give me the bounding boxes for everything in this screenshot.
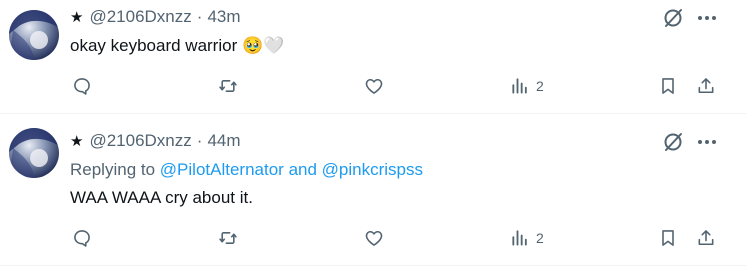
analytics-icon <box>512 78 527 94</box>
reply-icon <box>74 230 90 247</box>
more-icon[interactable] <box>696 131 718 153</box>
retweet-icon <box>219 232 237 244</box>
user-handle[interactable]: @2106Dxnzz <box>89 131 191 150</box>
mention-link[interactable]: @PilotAlternator <box>160 160 284 179</box>
tweet-emojis: 🥹🤍 <box>241 36 285 55</box>
reply-button[interactable] <box>72 228 92 248</box>
tweet-text: WAA WAAA cry about it. <box>70 188 253 208</box>
bookmark-icon <box>662 78 674 94</box>
separator-dot: · <box>196 131 203 150</box>
mention-joiner: and <box>288 160 317 179</box>
reply-icon <box>74 78 90 95</box>
retweet-icon <box>219 80 237 92</box>
share-icon <box>698 230 714 246</box>
replying-to-label: Replying to <box>70 160 156 179</box>
mention-link[interactable]: @pinkcrispss <box>322 160 423 179</box>
timestamp[interactable]: 44m <box>207 131 240 150</box>
views-count: 2 <box>536 230 544 246</box>
views-button[interactable]: 2 <box>510 228 544 248</box>
star-icon: ★ <box>70 9 84 26</box>
tweet[interactable]: ★ @2106Dxnzz · 44m Replying to @PilotAltern… <box>0 114 746 264</box>
heart-icon <box>365 78 383 94</box>
share-button[interactable] <box>696 76 716 96</box>
avatar-image <box>9 128 59 178</box>
like-button[interactable] <box>364 76 384 96</box>
heart-icon <box>365 230 383 246</box>
tweet[interactable]: ★ @2106Dxnzz · 43m okay keyboard warrior 🥹🤍… <box>0 0 746 110</box>
analytics-icon <box>512 230 527 246</box>
like-button[interactable] <box>364 228 384 248</box>
tweet-text-body: WAA WAAA cry about it. <box>70 188 253 207</box>
reply-button[interactable] <box>72 76 92 96</box>
avatar[interactable] <box>9 10 59 60</box>
views-button[interactable]: 2 <box>510 76 544 96</box>
user-handle[interactable]: @2106Dxnzz <box>89 7 191 26</box>
more-icon[interactable] <box>696 7 718 29</box>
tweet-text-body: okay keyboard warrior <box>70 36 238 55</box>
retweet-button[interactable] <box>218 228 238 248</box>
star-icon: ★ <box>70 133 84 150</box>
bookmark-button[interactable] <box>658 76 678 96</box>
separator-dot: · <box>196 7 203 26</box>
replying-to: Replying to @PilotAlternator and @pinkcr… <box>70 160 423 180</box>
tweet-header: ★ @2106Dxnzz · 43m <box>70 7 241 27</box>
bookmark-button[interactable] <box>658 228 678 248</box>
avatar-image <box>9 10 59 60</box>
share-icon <box>698 78 714 94</box>
bookmark-icon <box>662 230 674 246</box>
tweet-header: ★ @2106Dxnzz · 44m <box>70 131 241 151</box>
avatar[interactable] <box>9 128 59 178</box>
tweet-divider <box>0 265 746 266</box>
views-count: 2 <box>536 78 544 94</box>
grok-icon[interactable] <box>662 131 684 153</box>
tweet-text: okay keyboard warrior 🥹🤍 <box>70 36 284 56</box>
share-button[interactable] <box>696 228 716 248</box>
retweet-button[interactable] <box>218 76 238 96</box>
grok-icon[interactable] <box>662 7 684 29</box>
timestamp[interactable]: 43m <box>207 7 240 26</box>
